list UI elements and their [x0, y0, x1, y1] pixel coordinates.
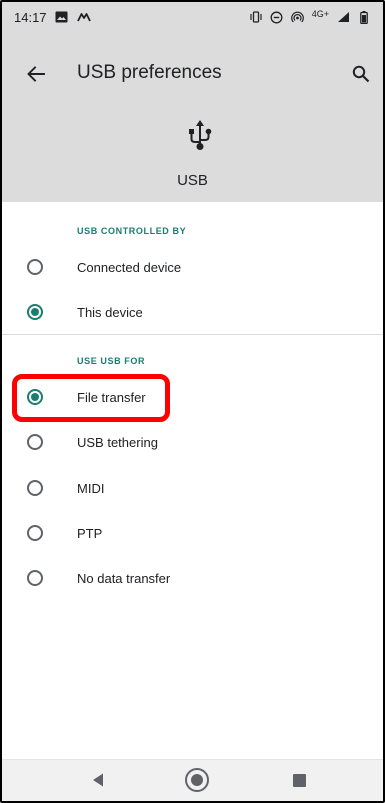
option-label: No data transfer: [77, 570, 171, 586]
nav-home-icon[interactable]: [185, 768, 209, 792]
option-usb-tethering[interactable]: USB tethering: [2, 420, 383, 464]
arrow-left-icon: [27, 66, 45, 82]
radio-usb-tethering[interactable]: [27, 434, 43, 450]
nav-back-icon[interactable]: [92, 773, 104, 787]
hotspot-icon: [291, 10, 305, 24]
use-usb-for-header: USE USB FOR: [77, 356, 146, 366]
vibrate-icon: [249, 10, 263, 24]
signal-icon: [336, 10, 350, 24]
status-right: 4G+: [249, 9, 371, 24]
option-connected-device[interactable]: Connected device: [2, 245, 383, 289]
option-this-device[interactable]: This device: [2, 290, 383, 334]
option-file-transfer[interactable]: File transfer: [2, 375, 383, 419]
usb-controlled-by-header: USB CONTROLLED BY: [77, 226, 187, 236]
search-icon: [352, 65, 370, 83]
option-no-data-transfer[interactable]: No data transfer: [2, 556, 383, 600]
option-midi[interactable]: MIDI: [2, 466, 383, 510]
m-logo-icon: [76, 10, 91, 24]
option-label: MIDI: [77, 480, 105, 496]
option-label: USB tethering: [77, 434, 158, 450]
usb-hero: USB: [2, 114, 383, 202]
app-bar: USB preferences: [2, 32, 383, 114]
radio-midi[interactable]: [27, 480, 43, 496]
usb-label: USB: [177, 172, 208, 189]
option-label: PTP: [77, 525, 103, 541]
phone-screen: 14:17 4G+ USB preferences USB USB CONTRO…: [0, 0, 385, 803]
back-button[interactable]: [22, 60, 50, 88]
network-type-label: 4G+: [311, 9, 329, 19]
search-button[interactable]: [347, 60, 375, 88]
nav-recents-icon[interactable]: [293, 774, 306, 787]
radio-ptp[interactable]: [27, 525, 43, 541]
status-bar: 14:17 4G+: [2, 2, 383, 32]
option-ptp[interactable]: PTP: [2, 511, 383, 555]
radio-no-data-transfer[interactable]: [27, 570, 43, 586]
dnd-icon: [270, 10, 284, 24]
radio-connected-device[interactable]: [27, 259, 43, 275]
option-label: File transfer: [77, 389, 146, 405]
navigation-bar: [2, 759, 383, 801]
section-divider: [2, 334, 383, 335]
radio-this-device[interactable]: [27, 304, 43, 320]
status-left: 14:17: [14, 10, 91, 25]
image-icon: [55, 10, 69, 24]
option-label: Connected device: [77, 259, 182, 275]
option-label: This device: [77, 304, 143, 320]
page-title: USB preferences: [77, 62, 222, 83]
battery-icon: [357, 10, 371, 24]
radio-file-transfer[interactable]: [27, 389, 43, 405]
status-time: 14:17: [14, 9, 47, 25]
usb-icon: [189, 120, 212, 150]
